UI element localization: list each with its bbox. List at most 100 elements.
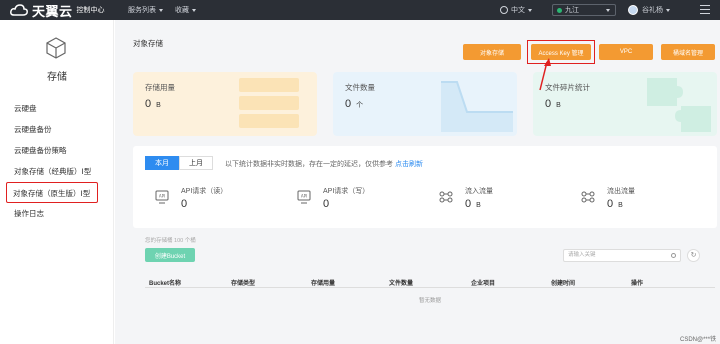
metric-value-number: 0 <box>465 198 472 210</box>
metric-value-unit: B <box>618 202 623 209</box>
metric-inbound-traffic: 流入流量 0B <box>439 186 579 218</box>
bucket-limit-note: 您的存储桶 100 个桶 <box>145 238 196 244</box>
brand-subtitle: 控制中心 <box>76 7 105 14</box>
chevron-down-icon <box>528 8 532 12</box>
card-value-number: 0 <box>145 98 152 110</box>
tab-last-month[interactable]: 上月 <box>179 156 213 170</box>
fragment-stats-card: 文件碎片统计 0B <box>533 72 717 136</box>
card-value: 0B <box>145 98 161 110</box>
metric-label: 流出流量 <box>607 188 635 195</box>
empty-state: 暂无数据 <box>418 298 441 304</box>
card-label: 存储用量 <box>145 83 175 92</box>
watermark: CSDN@***铁 <box>680 337 717 343</box>
language-selector[interactable]: 中文 <box>500 0 532 20</box>
outbound-traffic-icon <box>581 191 595 203</box>
column-header: 文件数量 <box>389 281 414 287</box>
avatar <box>628 5 638 15</box>
nav-services-label: 服务列表 <box>128 7 156 14</box>
brand-logo[interactable]: 天翼云 控制中心 <box>10 2 105 19</box>
metric-label: 流入流量 <box>465 188 493 195</box>
nav-favorites-label: 收藏 <box>175 7 189 14</box>
column-header: 创建时间 <box>551 281 576 287</box>
chevron-down-icon <box>159 8 163 12</box>
user-menu[interactable]: 谷礼杨 <box>628 0 670 20</box>
nav-favorites[interactable]: 收藏 <box>175 5 196 15</box>
top-navbar: 天翼云 控制中心 服务列表 收藏 中文 九江 谷礼杨 <box>0 0 720 20</box>
sidebar-item-operation-log[interactable]: 操作日志 <box>0 203 114 224</box>
sidebar-item-backup-policy[interactable]: 云硬盘备份策略 <box>0 140 114 161</box>
language-label: 中文 <box>511 7 525 14</box>
search-icon[interactable] <box>671 253 676 258</box>
metric-label: API请求（写） <box>323 188 370 195</box>
sidebar-item-cloud-disk[interactable]: 云硬盘 <box>0 98 114 119</box>
card-value: 0B <box>545 98 561 110</box>
api-read-icon: API <box>155 190 169 204</box>
card-decoration-icon <box>239 78 299 128</box>
highlight-box <box>527 40 595 64</box>
metric-label: API请求（读） <box>181 188 228 195</box>
puzzle-icon <box>647 78 711 132</box>
sidebar: 存储 云硬盘 云硬盘备份 云硬盘备份策略 对象存储（经典版）Ⅰ型 对象存储（原生… <box>0 20 114 344</box>
refresh-icon[interactable]: ↻ <box>687 249 700 262</box>
inbound-traffic-icon <box>439 191 453 203</box>
card-label: 文件数量 <box>345 83 375 92</box>
vpc-button[interactable]: VPC <box>599 44 653 60</box>
bucket-domain-button[interactable]: 桶域名管理 <box>661 44 715 60</box>
search-placeholder: 请输入关键 <box>568 252 596 258</box>
card-value-unit: B <box>556 102 561 109</box>
username: 谷礼杨 <box>642 7 663 14</box>
region-selector[interactable]: 九江 <box>552 4 616 16</box>
svg-text:API: API <box>301 194 307 199</box>
metric-api-read: API API请求（读） 0 <box>155 186 295 218</box>
table-header: Bucket名称 存储类型 存储用量 文件数量 企业项目 创建时间 操作 <box>145 274 715 288</box>
hamburger-menu-icon[interactable] <box>700 5 710 15</box>
metric-api-write: API API请求（写） 0 <box>297 186 437 218</box>
region-label: 九江 <box>565 7 579 14</box>
statistics-panel: 本月 上月 以下统计数据非实时数据，存在一定的延迟，仅供参考 点击刷新 API … <box>133 146 717 228</box>
card-label: 文件碎片统计 <box>545 83 590 92</box>
chevron-down-icon <box>606 9 610 12</box>
metric-value: 0 <box>323 198 330 210</box>
object-storage-button[interactable]: 对象存储 <box>463 44 521 60</box>
card-value: 0个 <box>345 98 363 110</box>
sidebar-title: 存储 <box>47 72 67 83</box>
refresh-link[interactable]: 点击刷新 <box>395 161 423 168</box>
nav-services[interactable]: 服务列表 <box>128 5 163 15</box>
column-header: 存储用量 <box>311 281 336 287</box>
sidebar-item-oss-classic[interactable]: 对象存储（经典版）Ⅰ型 <box>0 161 114 182</box>
card-value-unit: 个 <box>356 102 364 109</box>
metric-outbound-traffic: 流出流量 0B <box>581 186 720 218</box>
file-count-card: 文件数量 0个 <box>333 72 517 136</box>
stats-tip-text: 以下统计数据非实时数据，存在一定的延迟，仅供参考 <box>225 161 393 168</box>
storage-usage-card: 存储用量 0B <box>133 72 317 136</box>
search-input[interactable]: 请输入关键 <box>563 249 681 262</box>
page-title: 对象存储 <box>133 39 163 48</box>
brand-name: 天翼云 <box>32 3 73 19</box>
metric-value: 0B <box>607 198 623 210</box>
card-decoration-icon <box>441 81 513 132</box>
tab-this-month[interactable]: 本月 <box>145 156 179 170</box>
region-status-icon <box>557 7 562 13</box>
chevron-down-icon <box>666 8 670 12</box>
metric-value-number: 0 <box>607 198 614 210</box>
column-header: 企业项目 <box>471 281 496 287</box>
svg-text:API: API <box>159 194 165 199</box>
stats-tip: 以下统计数据非实时数据，存在一定的延迟，仅供参考 点击刷新 <box>225 159 423 169</box>
metric-value-unit: B <box>476 202 481 209</box>
chevron-down-icon <box>192 8 196 12</box>
column-header: Bucket名称 <box>149 281 182 287</box>
globe-icon <box>500 6 508 14</box>
sidebar-item-oss-native[interactable]: 对象存储（原生版）Ⅰ型 <box>6 182 98 203</box>
main-content: 对象存储 对象存储 Access Key 管理 VPC 桶域名管理 存储用量 0… <box>115 20 720 344</box>
metric-value: 0 <box>181 198 188 210</box>
sidebar-item-disk-backup[interactable]: 云硬盘备份 <box>0 119 114 140</box>
card-value-number: 0 <box>545 98 552 110</box>
metric-value: 0B <box>465 198 481 210</box>
create-bucket-button[interactable]: 创建Bucket <box>145 248 195 262</box>
card-value-number: 0 <box>345 98 352 110</box>
card-value-unit: B <box>156 102 161 109</box>
cloud-logo-icon <box>10 4 28 16</box>
cube-icon <box>44 36 68 60</box>
column-header: 存储类型 <box>231 281 256 287</box>
api-write-icon: API <box>297 190 311 204</box>
